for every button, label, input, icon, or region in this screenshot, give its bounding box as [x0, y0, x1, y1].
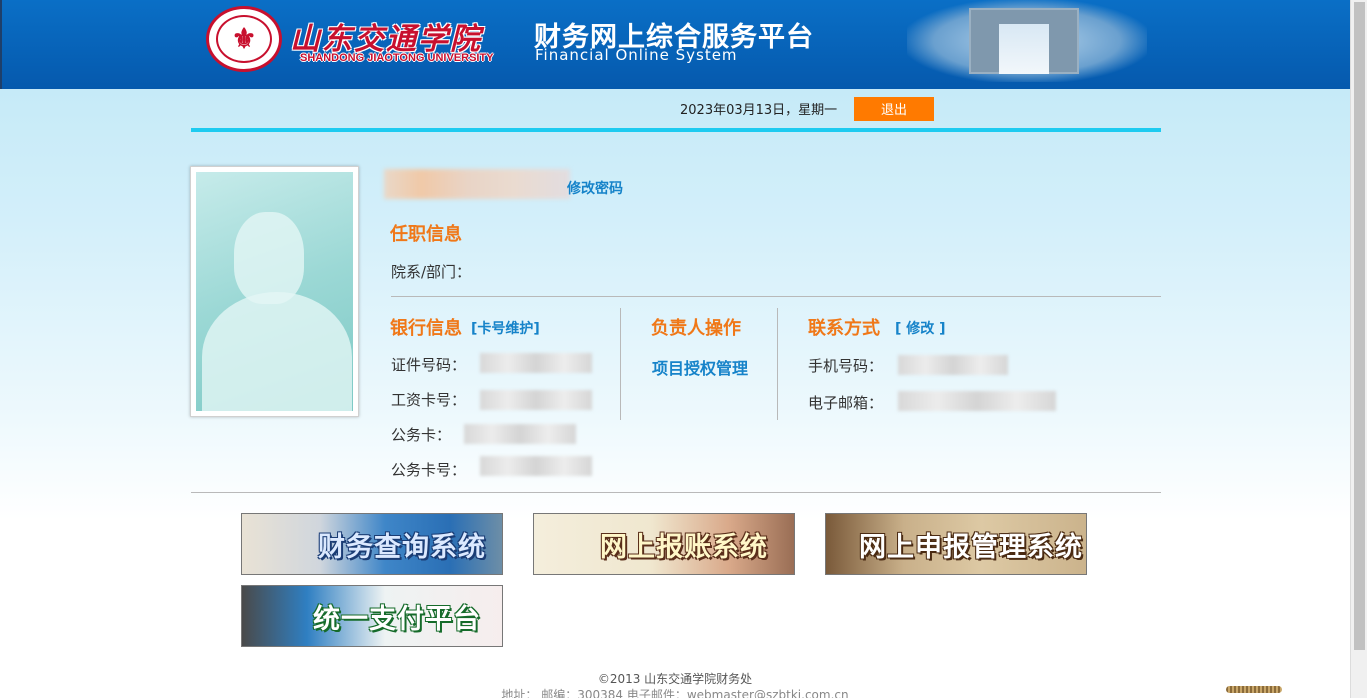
user-name-redacted	[384, 169, 570, 199]
official-card-label: 公务卡：	[391, 426, 452, 444]
seal-emblem-icon: ⚜	[216, 15, 272, 63]
campus-gate-image	[907, 0, 1147, 82]
column-divider	[620, 308, 621, 420]
official-card-number-redacted	[480, 456, 592, 476]
unified-payment-platform-banner[interactable]: 统一支付平台	[241, 585, 503, 647]
online-reimbursement-system-banner[interactable]: 网上报账系统	[533, 513, 795, 575]
project-auth-link[interactable]: 项目授权管理	[652, 355, 748, 379]
university-seal-logo: ⚜	[206, 6, 282, 72]
card-maintain-link[interactable]: [卡号维护]	[471, 318, 540, 338]
footer-copyright: ©2013 山东交通学院财务处	[597, 672, 753, 686]
finance-query-system-banner[interactable]: 财务查询系统	[241, 513, 503, 575]
user-photo	[190, 166, 359, 417]
contact-edit-link[interactable]: [ 修改 ]	[895, 318, 946, 338]
banner-label: 网上报账系统	[600, 531, 768, 563]
email-label: 电子邮箱：	[808, 394, 884, 412]
bank-info-title: 银行信息	[390, 318, 462, 339]
platform-subtitle: Financial Online System	[535, 46, 738, 64]
content-divider	[191, 492, 1161, 493]
avatar-placeholder-icon	[196, 172, 353, 411]
official-card-number-label: 公务卡号：	[391, 461, 467, 479]
banner-label: 网上申报管理系统	[859, 531, 1083, 563]
vertical-scrollbar[interactable]	[1350, 0, 1367, 698]
banner-label: 财务查询系统	[318, 531, 486, 563]
employment-info-title: 任职信息	[390, 224, 462, 245]
section-divider	[391, 296, 1161, 297]
id-number-redacted	[480, 353, 592, 373]
change-password-link[interactable]: 修改密码	[567, 178, 623, 198]
column-divider	[777, 308, 778, 420]
salary-card-label: 工资卡号：	[391, 391, 467, 409]
official-card-redacted	[464, 424, 576, 444]
horizontal-scroll-grip[interactable]	[1226, 686, 1282, 693]
phone-redacted	[898, 355, 1008, 375]
salary-card-redacted	[480, 390, 592, 410]
manager-ops-title: 负责人操作	[651, 318, 741, 339]
banner-label: 统一支付平台	[313, 603, 481, 635]
phone-label: 手机号码：	[808, 357, 884, 375]
id-number-label: 证件号码：	[391, 356, 467, 374]
university-name-en: SHANDONG JIAOTONG UNIVERSITY	[300, 52, 494, 64]
department-label: 院系/部门：	[391, 263, 472, 281]
scrollbar-thumb[interactable]	[1354, 2, 1365, 650]
current-date: 2023年03月13日，星期一	[680, 103, 838, 118]
header-divider	[191, 128, 1161, 132]
footer-address: 地址： 邮编：300384 电子邮件：webmaster@szbtkj.com.…	[501, 688, 849, 698]
online-declaration-system-banner[interactable]: 网上申报管理系统	[825, 513, 1087, 575]
site-header: ⚜ 山东交通学院 SHANDONG JIAOTONG UNIVERSITY 财务…	[0, 0, 1350, 89]
logout-button[interactable]: 退出	[854, 97, 934, 121]
email-redacted	[898, 391, 1056, 411]
contact-title: 联系方式	[808, 318, 880, 339]
